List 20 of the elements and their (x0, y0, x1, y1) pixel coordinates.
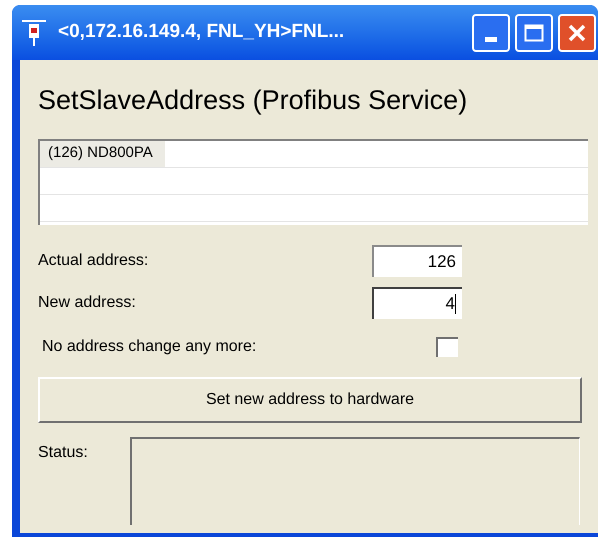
app-icon (20, 18, 48, 48)
checkbox[interactable] (436, 336, 458, 356)
text-cursor (455, 294, 456, 314)
option-label: No address change any more: (41, 336, 258, 356)
close-icon (567, 22, 587, 42)
field-label: Actual address: (38, 250, 150, 270)
field-label: New address: (38, 292, 137, 312)
device-list[interactable]: (126) ND800PA (38, 138, 588, 224)
window-title: <0,172.16.149.4, FNL_YH>FNL... (58, 20, 346, 44)
address-field[interactable]: 126 (372, 244, 462, 276)
list-item[interactable]: (126) ND800PA (40, 140, 165, 166)
minimize-icon (485, 36, 497, 42)
set-address-button[interactable]: Set new address to hardware (38, 376, 582, 422)
dialog-heading: SetSlaveAddress (Profibus Service) (38, 84, 468, 117)
maximize-icon (524, 24, 544, 42)
minimize-button[interactable] (472, 14, 510, 52)
close-button[interactable] (558, 14, 596, 52)
maximize-button[interactable] (515, 14, 553, 52)
address-field[interactable]: 4 (372, 286, 462, 318)
status-label: Status: (38, 442, 89, 462)
